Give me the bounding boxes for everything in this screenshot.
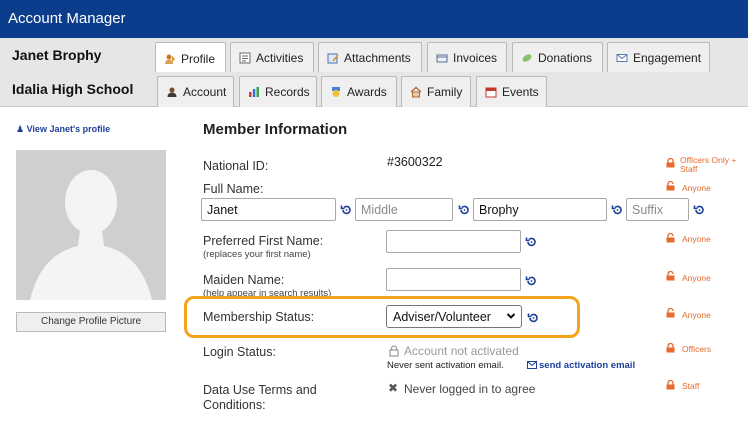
x-icon: ✖	[388, 381, 399, 395]
tab-records[interactable]: Records	[239, 76, 317, 107]
login-status-label: Login Status:	[203, 345, 276, 359]
donations-icon	[521, 52, 533, 64]
maiden-name-label: Maiden Name:	[203, 273, 285, 287]
reset-icon[interactable]	[525, 275, 537, 287]
records-icon	[248, 86, 260, 98]
terms-label: Data Use Terms and Conditions:	[203, 383, 317, 412]
tab-row-secondary: Idalia High School Account Records Award…	[0, 72, 748, 107]
activities-icon	[239, 52, 251, 64]
full-name-label: Full Name:	[203, 182, 264, 196]
unlock-icon	[666, 308, 675, 318]
tab-profile[interactable]: Profile	[155, 42, 226, 74]
lock-icon	[666, 158, 675, 168]
national-id-label: National ID:	[203, 159, 269, 173]
tab-family[interactable]: Family	[401, 76, 471, 107]
reset-icon[interactable]	[340, 204, 352, 216]
profile-icon	[164, 53, 176, 65]
tab-label: Attachments	[344, 51, 411, 65]
tab-engagement[interactable]: Engagement	[607, 42, 710, 73]
membership-status-value: Adviser/Volunteer	[393, 310, 491, 324]
school-name: Idalia High School	[12, 81, 134, 97]
unlock-icon	[666, 271, 675, 281]
privacy-full-name[interactable]: Anyone	[682, 184, 711, 193]
chevron-down-icon	[506, 313, 516, 319]
lock-icon	[666, 343, 675, 353]
envelope-icon	[527, 361, 537, 369]
tab-label: Records	[265, 85, 310, 99]
family-icon	[410, 86, 422, 98]
member-name: Janet Brophy	[12, 47, 102, 63]
privacy-login[interactable]: Officers	[682, 345, 711, 354]
privacy-membership[interactable]: Anyone	[682, 311, 711, 320]
tab-label: Engagement	[633, 51, 702, 65]
invoices-icon	[436, 52, 448, 64]
tab-label: Profile	[181, 51, 216, 66]
unlock-icon	[666, 233, 675, 243]
privacy-maiden-name[interactable]: Anyone	[682, 274, 711, 283]
preferred-name-input[interactable]	[386, 230, 521, 253]
send-activation-email-link[interactable]: send activation email	[539, 360, 635, 371]
tab-donations[interactable]: Donations	[512, 42, 603, 73]
tab-label: Invoices	[453, 51, 498, 65]
middle-name-input[interactable]: Middle	[355, 198, 453, 221]
tab-invoices[interactable]: Invoices	[427, 42, 507, 73]
person-icon: ♟	[16, 124, 25, 134]
engagement-icon	[616, 52, 628, 64]
preferred-name-help: (replaces your first name)	[203, 249, 311, 260]
attachments-icon	[327, 52, 339, 64]
reset-icon[interactable]	[693, 204, 705, 216]
account-icon	[166, 86, 178, 98]
tab-events[interactable]: Events	[476, 76, 547, 107]
privacy-national-id[interactable]: Officers Only + Staff	[680, 156, 742, 174]
tab-account[interactable]: Account	[157, 76, 234, 107]
padlock-icon	[389, 345, 399, 357]
tab-activities[interactable]: Activities	[230, 42, 314, 73]
last-name-input[interactable]: Brophy	[473, 198, 607, 221]
tab-label: Family	[427, 85, 463, 99]
maiden-name-input[interactable]	[386, 268, 521, 291]
awards-icon	[330, 86, 342, 98]
privacy-terms[interactable]: Staff	[682, 382, 699, 391]
tab-label: Activities	[256, 51, 304, 65]
membership-status-select[interactable]: Adviser/Volunteer	[386, 305, 522, 328]
reset-icon[interactable]	[611, 204, 623, 216]
reset-icon[interactable]	[525, 236, 537, 248]
membership-status-label: Membership Status:	[203, 310, 315, 324]
terms-status: Never logged in to agree	[404, 382, 536, 396]
preferred-name-label: Preferred First Name:	[203, 234, 324, 248]
tab-label: Account	[183, 85, 227, 99]
activation-note: Never sent activation email.	[387, 360, 504, 371]
tab-label: Awards	[347, 85, 387, 99]
tab-label: Events	[502, 85, 539, 99]
unlock-icon	[666, 181, 675, 191]
tab-row-primary: Janet Brophy Profile Activities Attachme…	[0, 38, 748, 74]
view-profile-link[interactable]: ♟ View Janet's profile	[16, 124, 110, 135]
tab-awards[interactable]: Awards	[321, 76, 397, 107]
window-title: Account Manager	[0, 0, 748, 38]
national-id-value: #3600322	[387, 155, 443, 169]
tab-label: Donations	[538, 51, 593, 65]
events-icon	[485, 86, 497, 98]
change-profile-picture-button[interactable]: Change Profile Picture	[16, 312, 166, 332]
reset-icon[interactable]	[527, 312, 539, 324]
login-status-value: Account not activated	[404, 344, 519, 358]
profile-photo	[16, 150, 166, 300]
suffix-input[interactable]: Suffix	[626, 198, 689, 221]
lock-icon	[666, 380, 675, 390]
section-title: Member Information	[203, 121, 348, 138]
avatar-placeholder-icon	[30, 170, 152, 300]
tab-attachments[interactable]: Attachments	[318, 42, 422, 73]
first-name-input[interactable]: Janet	[201, 198, 336, 221]
reset-icon[interactable]	[458, 204, 470, 216]
privacy-preferred-name[interactable]: Anyone	[682, 235, 711, 244]
